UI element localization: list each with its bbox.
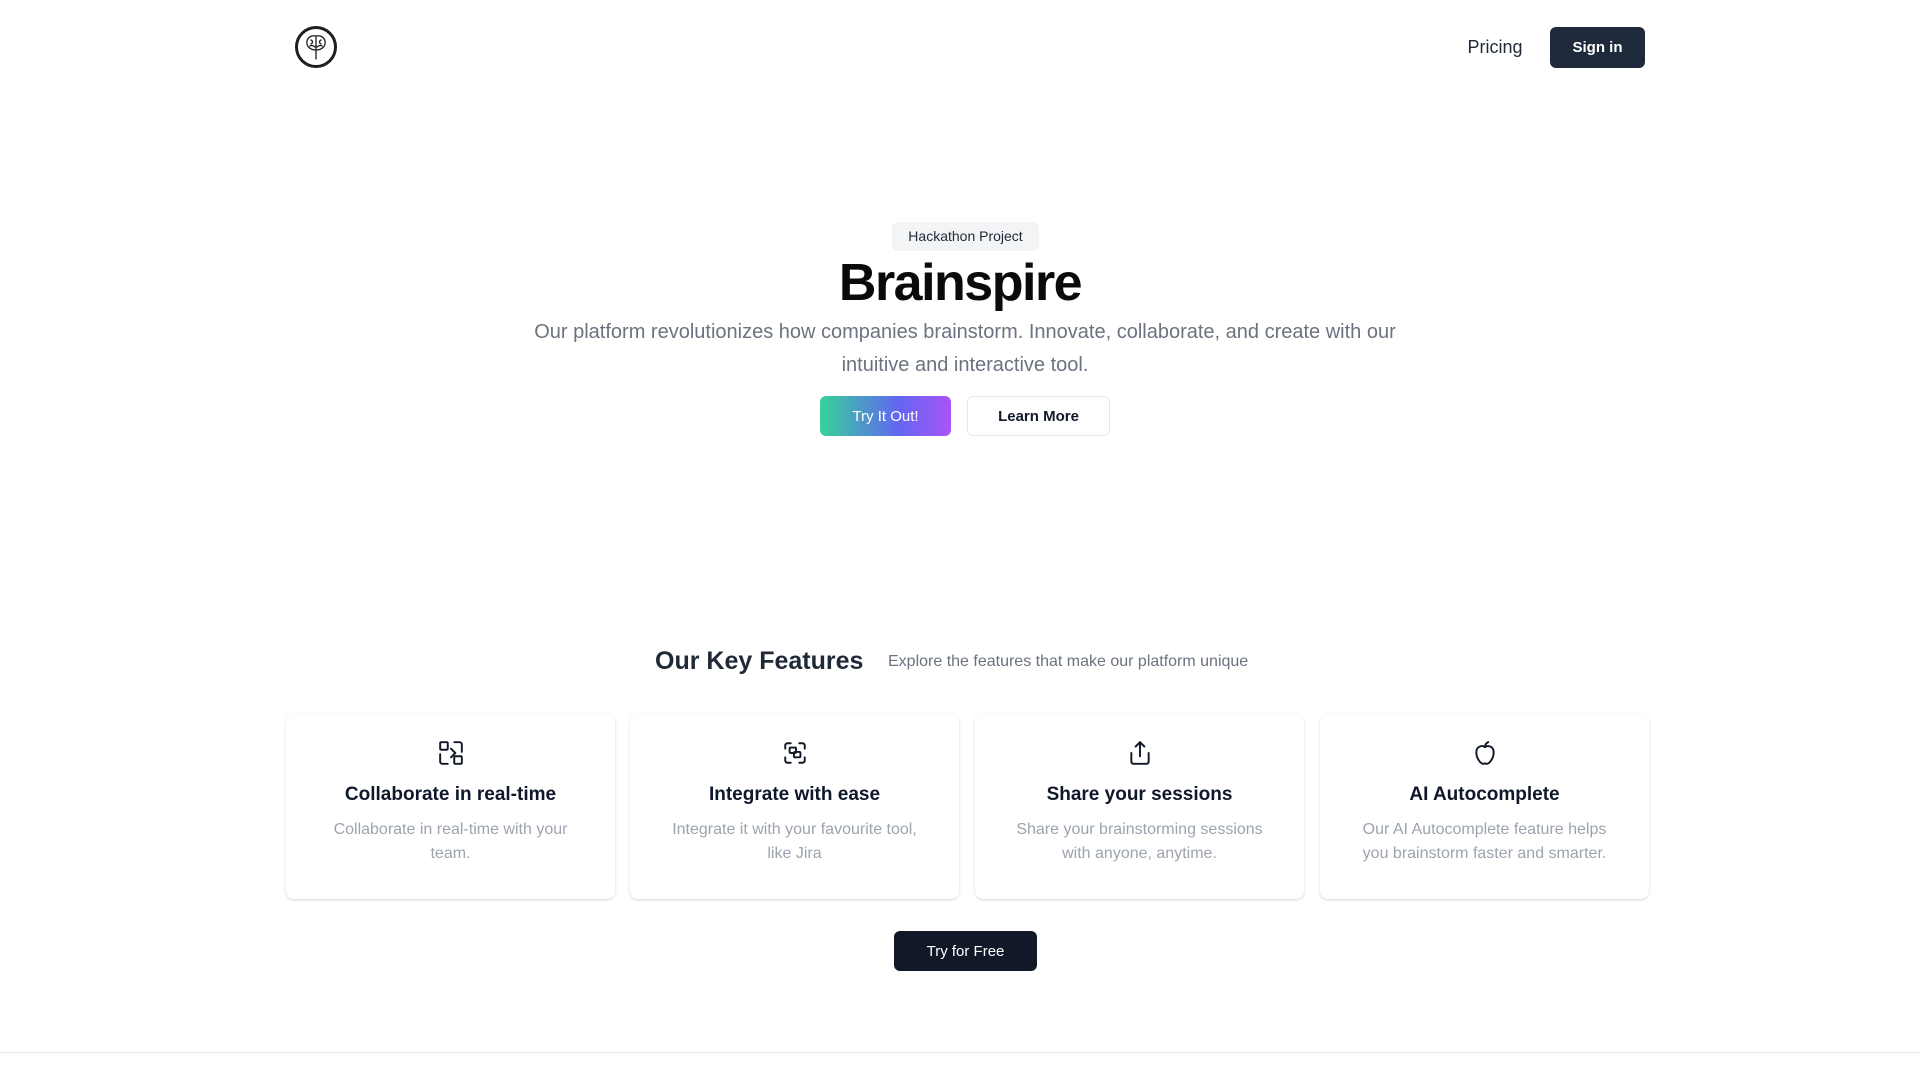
nav-pricing-link[interactable]: Pricing xyxy=(1455,27,1535,67)
site-header: Pricing Sign in xyxy=(0,0,1920,94)
apple-icon xyxy=(1320,740,1649,768)
collaborate-icon xyxy=(286,740,615,768)
feature-title: Integrate with ease xyxy=(708,784,881,805)
feature-card-integrate: Integrate with ease Integrate it with yo… xyxy=(630,714,959,899)
footer-divider xyxy=(0,1052,1920,1053)
feature-description: Our AI Autocomplete feature helps you br… xyxy=(1362,821,1607,862)
feature-card-ai-autocomplete: AI Autocomplete Our AI Autocomplete feat… xyxy=(1320,714,1649,899)
hackathon-badge: Hackathon Project xyxy=(892,222,1039,251)
features-subtitle: Explore the features that make our platf… xyxy=(888,653,1249,670)
share-icon xyxy=(975,740,1304,768)
feature-description: Collaborate in real-time with your team. xyxy=(333,821,568,862)
learn-more-button[interactable]: Learn More xyxy=(967,396,1110,436)
hero-title: Brainspire xyxy=(838,254,1083,312)
feature-title: Collaborate in real-time xyxy=(344,784,557,805)
brain-logo-icon[interactable] xyxy=(295,26,337,68)
hero-subtitle: Our platform revolutionizes how companie… xyxy=(534,321,1396,376)
integrate-icon xyxy=(630,740,959,768)
sign-in-button[interactable]: Sign in xyxy=(1550,27,1645,68)
feature-description: Share your brainstorming sessions with a… xyxy=(1016,821,1263,862)
feature-title: AI Autocomplete xyxy=(1409,784,1560,805)
features-title: Our Key Features xyxy=(655,647,864,675)
feature-card-share: Share your sessions Share your brainstor… xyxy=(975,714,1304,899)
feature-title: Share your sessions xyxy=(1046,784,1233,805)
try-for-free-button[interactable]: Try for Free xyxy=(894,931,1037,971)
try-it-out-button[interactable]: Try It Out! xyxy=(820,396,951,436)
feature-description: Integrate it with your favourite tool, l… xyxy=(672,821,917,862)
feature-card-collaborate: Collaborate in real-time Collaborate in … xyxy=(286,714,615,899)
